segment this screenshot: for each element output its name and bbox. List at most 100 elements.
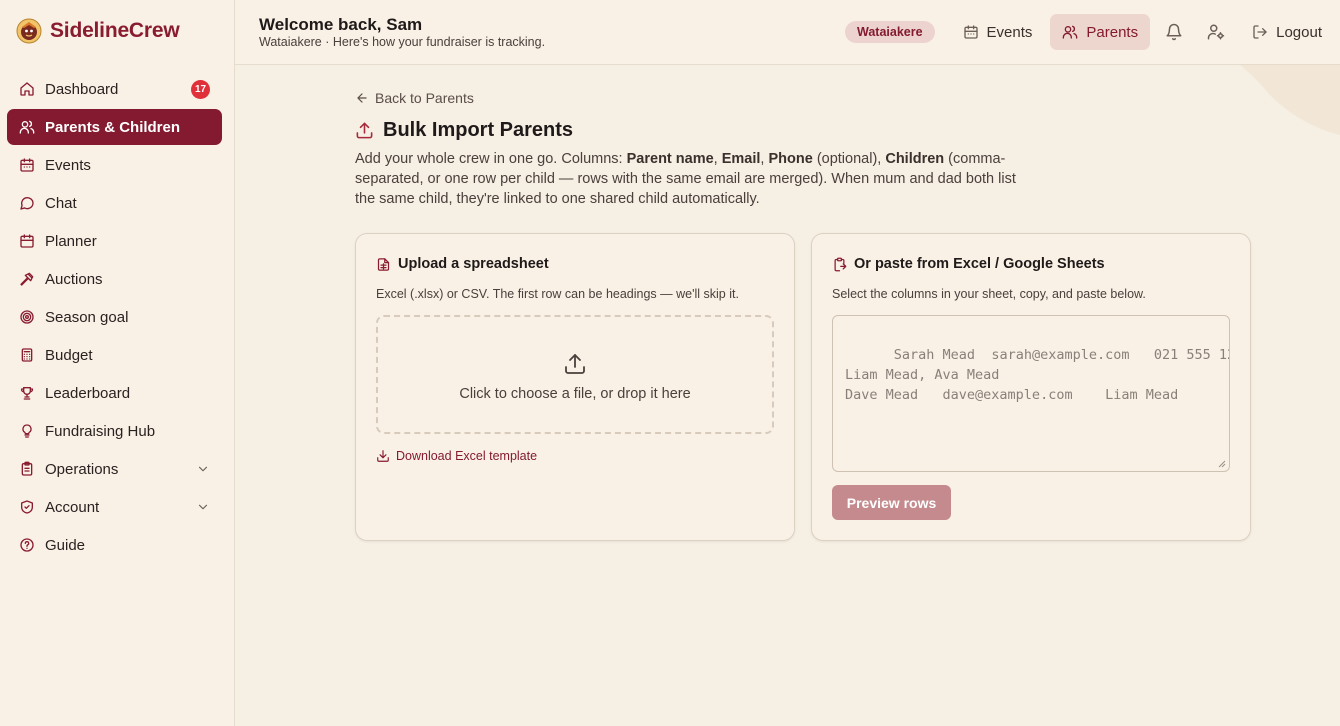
logout-icon: [1253, 25, 1267, 39]
welcome-subtitle: Wataiakere · Here's how your fundraiser …: [259, 35, 546, 49]
paste-placeholder: Sarah Mead sarah@example.com 021 555 123…: [845, 347, 1229, 403]
sidebar-item-chat[interactable]: Chat: [7, 185, 222, 221]
help-circle-icon: [20, 538, 34, 552]
header-parents-link[interactable]: Parents: [1050, 14, 1151, 50]
sidebar-item-leaderboard[interactable]: Leaderboard: [7, 375, 222, 411]
sidebar-item-label: Auctions: [45, 270, 103, 288]
desc-column-email: Email: [721, 151, 761, 167]
chevron-down-icon[interactable]: [196, 462, 210, 476]
chat-bubble-icon: [20, 197, 34, 210]
background-decoration: [1240, 65, 1340, 135]
shield-icon: [21, 500, 33, 514]
brand-name: SidelineCrew: [50, 19, 180, 42]
user-cog-icon: [1207, 24, 1225, 40]
sidebar-item-label: Budget: [45, 346, 93, 364]
dropzone-text: Click to choose a file, or drop it here: [459, 385, 691, 402]
logout-button[interactable]: Logout: [1240, 14, 1334, 50]
calendar-icon: [20, 234, 34, 248]
download-icon: [377, 450, 389, 462]
back-link-label: Back to Parents: [375, 90, 474, 106]
paste-textarea[interactable]: Sarah Mead sarah@example.com 021 555 123…: [832, 315, 1230, 472]
club-badge: Wataiakere: [845, 21, 935, 43]
file-dropzone[interactable]: Click to choose a file, or drop it here: [376, 315, 774, 434]
paste-card-title: Or paste from Excel / Google Sheets: [854, 256, 1105, 272]
user-settings-button[interactable]: [1198, 14, 1234, 50]
sidebar-item-label: Events: [45, 156, 91, 174]
gavel-icon: [20, 272, 34, 286]
download-template-link[interactable]: Download Excel template: [376, 449, 537, 463]
calendar-icon: [963, 25, 978, 39]
desc-column-phone: Phone: [768, 151, 813, 167]
resize-grip-icon[interactable]: [1217, 459, 1226, 468]
preview-rows-button[interactable]: Preview rows: [832, 485, 951, 520]
header-actions: Wataiakere Events Parents Logout: [845, 14, 1334, 50]
calculator-icon: [21, 348, 33, 362]
trophy-icon: [20, 387, 34, 400]
download-template-label: Download Excel template: [396, 449, 538, 463]
brand[interactable]: SidelineCrew: [16, 18, 180, 44]
spreadsheet-file-icon: [377, 257, 390, 271]
users-icon: [1063, 25, 1078, 39]
bell-icon: [1166, 23, 1182, 41]
sidebar-item-label: Leaderboard: [45, 384, 131, 402]
notification-badge: 17: [191, 80, 210, 99]
sidebar-item-events[interactable]: Events: [7, 147, 222, 183]
sidebar-item-label: Fundraising Hub: [45, 422, 156, 440]
logout-label: Logout: [1276, 23, 1322, 41]
chevron-down-icon[interactable]: [196, 500, 210, 514]
paste-card: Or paste from Excel / Google Sheets Sele…: [811, 233, 1251, 541]
clipboard-icon: [21, 461, 33, 476]
page-title-row: Bulk Import Parents: [355, 119, 573, 142]
page-title: Bulk Import Parents: [383, 119, 574, 141]
top-header: Welcome back, Sam Wataiakere · Here's ho…: [235, 0, 1340, 65]
sidebar-nav: Dashboard 17 Parents & Children Events C…: [7, 71, 222, 565]
desc-text: Add your whole crew in one go. Columns:: [355, 151, 627, 167]
sidebar-item-season-goal[interactable]: Season goal: [7, 299, 222, 335]
desc-column-children: Children: [885, 151, 945, 167]
upload-card-subtitle: Excel (.xlsx) or CSV. The first row can …: [376, 287, 739, 301]
upload-icon: [356, 122, 373, 139]
upload-card: Upload a spreadsheet Excel (.xlsx) or CS…: [355, 233, 795, 541]
notifications-button[interactable]: [1156, 14, 1192, 50]
welcome-title: Welcome back, Sam: [259, 15, 423, 34]
header-parents-label: Parents: [1086, 23, 1139, 41]
upload-card-title: Upload a spreadsheet: [398, 256, 549, 272]
sidebar-item-operations[interactable]: Operations: [7, 451, 222, 487]
sidebar-item-dashboard[interactable]: Dashboard 17: [7, 71, 222, 107]
back-link[interactable]: Back to Parents: [355, 90, 474, 106]
users-icon: [19, 120, 35, 134]
sidebar-item-label: Season goal: [45, 308, 129, 326]
calendar-icon: [20, 158, 34, 172]
sidebar-item-label: Account: [45, 498, 100, 516]
sidebar: SidelineCrew Dashboard 17 Parents & Chil…: [0, 0, 235, 726]
lightbulb-icon: [22, 424, 32, 438]
sidebar-item-budget[interactable]: Budget: [7, 337, 222, 373]
sidebar-item-planner[interactable]: Planner: [7, 223, 222, 259]
home-icon: [20, 82, 34, 96]
header-events-label: Events: [986, 23, 1033, 41]
page-description: Add your whole crew in one go. Columns: …: [355, 149, 1025, 209]
sidebar-item-guide[interactable]: Guide: [7, 527, 222, 563]
target-icon: [20, 310, 34, 324]
sidebar-item-account[interactable]: Account: [7, 489, 222, 525]
sidebar-item-parents-children[interactable]: Parents & Children: [7, 109, 222, 145]
clipboard-paste-icon: [834, 257, 847, 271]
sidebar-item-label: Dashboard: [45, 80, 119, 98]
upload-icon: [565, 353, 585, 374]
upload-card-header: Upload a spreadsheet: [376, 256, 549, 272]
sidebar-item-label: Guide: [45, 536, 86, 554]
team-mascot-logo: [16, 18, 42, 44]
sidebar-item-label: Planner: [45, 232, 97, 250]
sidebar-item-fundraising-hub[interactable]: Fundraising Hub: [7, 413, 222, 449]
desc-text: (optional),: [812, 151, 886, 167]
sidebar-item-label: Chat: [45, 194, 77, 212]
desc-column-name: Parent name: [626, 151, 714, 167]
desc-separator: ,: [713, 151, 722, 167]
arrow-left-icon: [357, 93, 367, 103]
paste-card-header: Or paste from Excel / Google Sheets: [832, 256, 1105, 272]
sidebar-item-auctions[interactable]: Auctions: [7, 261, 222, 297]
sidebar-item-label: Operations: [45, 460, 119, 478]
paste-card-subtitle: Select the columns in your sheet, copy, …: [832, 287, 1146, 301]
sidebar-item-label: Parents & Children: [45, 118, 181, 136]
header-events-link[interactable]: Events: [951, 14, 1045, 50]
